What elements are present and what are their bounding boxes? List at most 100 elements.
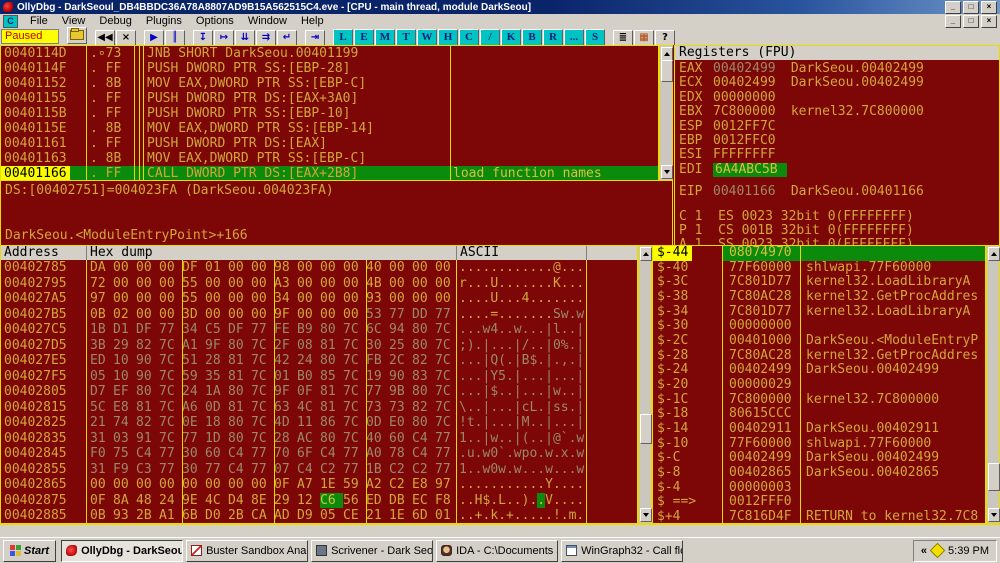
scrollbar-thumb[interactable] bbox=[988, 463, 1000, 491]
register-row[interactable]: EAX 00402499 DarkSeou.00402499 bbox=[675, 61, 999, 76]
scroll-down-icon[interactable] bbox=[661, 165, 673, 179]
dump-pane[interactable]: Address Hex dump ASCII 00402785 DA 00 00 00 D… bbox=[0, 245, 638, 524]
log-window-button[interactable]: L bbox=[333, 28, 353, 46]
tray-app-icon[interactable] bbox=[929, 542, 946, 559]
scroll-up-icon[interactable] bbox=[640, 247, 652, 261]
cpu-window-icon[interactable]: C bbox=[3, 14, 18, 28]
child-restore-button[interactable]: □ bbox=[963, 14, 979, 28]
animate-into-button[interactable]: ⇊ bbox=[235, 29, 255, 47]
register-row-eip[interactable]: EIP 00401166 DarkSeou.00401166 bbox=[675, 184, 999, 199]
disasm-row[interactable]: 00401166 . FF CALL DWORD PTR DS:[EAX+2B8] l… bbox=[1, 166, 658, 180]
stack-row[interactable]: $-3C 7C801D77 kernel32.LoadLibraryA bbox=[653, 275, 985, 290]
dump-row[interactable]: 00402885 0B 93 2B A1 6B D0 2B CA AD D9 05 CE 21 1E 6D 01… bbox=[1, 508, 637, 523]
stack-pane[interactable]: $-44 08074970 $-40 77F60000 shlwapi.77F60000… bbox=[652, 245, 986, 524]
dump-row[interactable]: 00402865 00 00 00 00 00 00 00 00 0F A7 1E 59 A2 C2 E8 97… bbox=[1, 477, 637, 493]
stack-row[interactable]: $+4 7C816D4F RETURN to kernel32.7C8 bbox=[653, 509, 985, 523]
disassembly-scrollbar[interactable] bbox=[659, 45, 673, 181]
disasm-row[interactable]: 0040114F . FF PUSH DWORD PTR SS:[EBP-28] bbox=[1, 61, 658, 76]
scroll-up-icon[interactable] bbox=[988, 247, 1000, 261]
menu-window[interactable]: Window bbox=[241, 15, 294, 27]
run-button[interactable]: ▶ bbox=[144, 29, 164, 47]
scrollbar-thumb[interactable] bbox=[661, 60, 673, 82]
disasm-row[interactable]: 00401163 . 8B MOV EAX,DWORD PTR SS:[EBP-C] bbox=[1, 151, 658, 166]
dump-row[interactable]: 00402805 D7 EF 80 7C 24 1A 80 7C 9F 0F 81 7C 77 9B 80 7C… bbox=[1, 384, 637, 400]
step-into-button[interactable]: ↧ bbox=[193, 29, 213, 47]
dump-row[interactable]: 004027E5 ED 10 90 7C 51 28 81 7C 42 24 80 7C FB 2C 82 7C… bbox=[1, 353, 637, 369]
dump-row[interactable]: 00402855 31 F9 C3 77 30 77 C4 77 07 C4 C2 77 1B C2 C2 77… bbox=[1, 462, 637, 478]
stack-row[interactable]: $-34 7C801D77 kernel32.LoadLibraryA bbox=[653, 304, 985, 320]
stack-row[interactable]: $-28 7C80AC28 kernel32.GetProcAddres bbox=[653, 348, 985, 364]
source-button[interactable]: S bbox=[585, 28, 605, 46]
stack-row[interactable]: $ ==> 0012FFF0 bbox=[653, 495, 985, 510]
disasm-row[interactable]: 00401155 . FF PUSH DWORD PTR DS:[EAX+3A0] bbox=[1, 91, 658, 106]
dump-row[interactable]: 00402835 31 03 91 7C 77 1D 80 7C 28 AC 80 7C 40 60 C4 77… bbox=[1, 431, 637, 447]
menu-file[interactable]: File bbox=[23, 15, 55, 27]
dump-row[interactable]: 00402795 72 00 00 00 55 00 00 00 A3 00 00 00 4B 00 00 00… bbox=[1, 276, 637, 292]
dump-row[interactable]: 004027F5 05 10 90 7C 59 35 81 7C 01 B0 85 7C 19 90 83 7C… bbox=[1, 369, 637, 385]
menu-plugins[interactable]: Plugins bbox=[139, 15, 189, 27]
dump-row[interactable]: 00402845 F0 75 C4 77 30 60 C4 77 70 6F C4 77 A0 78 C4 77… bbox=[1, 446, 637, 462]
patches-button[interactable]: / bbox=[480, 28, 500, 46]
menu-view[interactable]: View bbox=[55, 15, 93, 27]
references-button[interactable]: R bbox=[543, 28, 563, 46]
pause-button[interactable]: ║ bbox=[165, 29, 185, 47]
windows-list-button[interactable]: ≣ bbox=[613, 29, 633, 47]
minimize-button[interactable]: _ bbox=[945, 0, 961, 14]
dump-row[interactable]: 00402875 0F 8A 48 24 9E 4C D4 8E 29 12 C6 56 ED DB EC F8… bbox=[1, 492, 637, 508]
run-trace-button[interactable]: ... bbox=[564, 28, 584, 46]
flag-row[interactable]: C 1 ES 0023 32bit 0(FFFFFFFF) bbox=[675, 209, 999, 224]
stack-row[interactable]: $-44 08074970 bbox=[653, 246, 985, 261]
help-button[interactable]: ? bbox=[655, 29, 675, 47]
scroll-up-icon[interactable] bbox=[661, 47, 673, 61]
windows-button[interactable]: W bbox=[417, 28, 437, 46]
register-row[interactable]: EBP 0012FFC0 bbox=[675, 133, 999, 148]
taskbar-task-scrivener[interactable]: Scrivener - Dark Seoul A... bbox=[311, 539, 434, 562]
restore-button[interactable]: □ bbox=[963, 0, 979, 14]
animate-over-button[interactable]: ⇉ bbox=[256, 29, 276, 47]
disasm-row[interactable]: 0040115B . FF PUSH DWORD PTR SS:[EBP-10] bbox=[1, 106, 658, 121]
stack-row[interactable]: $-24 00402499 DarkSeou.00402499 bbox=[653, 363, 985, 378]
dump-scrollbar[interactable] bbox=[638, 245, 652, 524]
dump-row[interactable]: 004027D5 3B 29 82 7C A1 9F 80 7C 2F 08 81 7C 30 25 80 7C… bbox=[1, 338, 637, 354]
flag-row[interactable]: P 1 CS 001B 32bit 0(FFFFFFFF) bbox=[675, 223, 999, 238]
step-over-button[interactable]: ↦ bbox=[214, 29, 234, 47]
disasm-row[interactable]: 0040115E . 8B MOV EAX,DWORD PTR SS:[EBP-14… bbox=[1, 121, 658, 136]
close-button[interactable]: × bbox=[981, 0, 997, 14]
disassembly-pane[interactable]: 0040114D .∘73 JNB SHORT DarkSeou.00401199 0… bbox=[0, 45, 659, 181]
register-row[interactable]: EDI 6A4ABC5B bbox=[675, 162, 999, 178]
register-row[interactable]: EDX 00000000 bbox=[675, 90, 999, 105]
register-row[interactable]: ECX 00402499 DarkSeou.00402499 bbox=[675, 75, 999, 90]
dump-row[interactable]: 004027B5 0B 02 00 00 3D 00 00 00 9F 00 00 00 53 77 DD 77… bbox=[1, 307, 637, 323]
stack-row[interactable]: $-14 00402911 DarkSeou.00402911 bbox=[653, 421, 985, 437]
taskbar-task-ollydbg[interactable]: OllyDbg - DarkSeoul_... bbox=[61, 539, 184, 562]
threads-button[interactable]: T bbox=[396, 28, 416, 46]
executables-button[interactable]: E bbox=[354, 28, 374, 46]
menu-debug[interactable]: Debug bbox=[92, 15, 138, 27]
menu-help[interactable]: Help bbox=[294, 15, 331, 27]
dump-row[interactable]: 00402825 21 74 82 7C 0E 18 80 7C 4D 11 86 7C 0D E0 80 7C… bbox=[1, 415, 637, 431]
dump-row[interactable]: 004027C5 1B D1 DF 77 34 C5 DF 77 FE B9 80 7C 6C 94 80 7C… bbox=[1, 322, 637, 338]
stack-row[interactable]: $-18 80615CCC bbox=[653, 407, 985, 422]
child-minimize-button[interactable]: _ bbox=[945, 14, 961, 28]
disasm-row[interactable]: 0040114D .∘73 JNB SHORT DarkSeou.00401199 bbox=[1, 46, 658, 61]
registers-pane[interactable]: Registers (FPU) EAX 00402499 DarkSeou.004… bbox=[674, 45, 1000, 246]
stack-row[interactable]: $-C 00402499 DarkSeou.00402499 bbox=[653, 451, 985, 466]
call-stack-button[interactable]: K bbox=[501, 28, 521, 46]
stack-row[interactable]: $-2C 00401000 DarkSeou.<ModuleEntryP bbox=[653, 333, 985, 349]
cpu-window-button[interactable]: C bbox=[459, 28, 479, 46]
open-file-button[interactable] bbox=[67, 26, 87, 44]
start-button[interactable]: Start bbox=[3, 539, 57, 562]
scrollbar-thumb[interactable] bbox=[640, 414, 652, 444]
goto-address-button[interactable]: ⇥ bbox=[305, 29, 325, 47]
taskbar-task-wingraph[interactable]: WinGraph32 - Call flow o... bbox=[561, 539, 684, 562]
memory-map-button[interactable]: M bbox=[375, 28, 395, 46]
stack-row[interactable]: $-1C 7C800000 kernel32.7C800000 bbox=[653, 392, 985, 408]
handles-button[interactable]: H bbox=[438, 28, 458, 46]
disasm-row[interactable]: 00401152 . 8B MOV EAX,DWORD PTR SS:[EBP-C] bbox=[1, 76, 658, 91]
stack-row[interactable]: $-40 77F60000 shlwapi.77F60000 bbox=[653, 260, 985, 276]
scroll-down-icon[interactable] bbox=[988, 508, 1000, 522]
register-row[interactable]: EBX 7C800000 kernel32.7C800000 bbox=[675, 104, 999, 119]
stack-row[interactable]: $-4 00000003 bbox=[653, 480, 985, 496]
stack-scrollbar[interactable] bbox=[986, 245, 1000, 524]
stack-row[interactable]: $-20 00000029 bbox=[653, 377, 985, 393]
